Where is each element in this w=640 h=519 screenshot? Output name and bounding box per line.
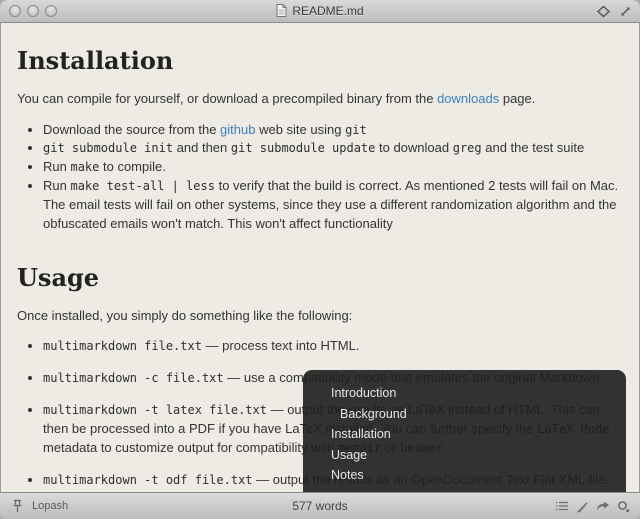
toc-item-installation[interactable]: Installation	[331, 424, 626, 445]
zoom-button[interactable]	[45, 5, 57, 17]
window-controls	[9, 5, 57, 17]
inline-code: git submodule update	[230, 141, 376, 156]
list-item: Run make to compile.	[43, 158, 623, 177]
toc-item-background[interactable]: Background	[331, 404, 626, 425]
inline-code: multimarkdown -t latex file.txt	[43, 403, 267, 418]
document-icon	[276, 4, 287, 17]
toc-item-usage[interactable]: Usage	[331, 445, 626, 466]
pen-icon[interactable]	[576, 500, 589, 513]
markdown-preview[interactable]: Installation You can compile for yourself…	[0, 23, 640, 492]
bullet-list: Download the source from the github web …	[17, 121, 623, 234]
window-title: README.md	[292, 3, 364, 18]
list-item: Run make test-all | less to verify that …	[43, 177, 623, 234]
fullscreen-icon[interactable]	[619, 5, 632, 18]
inline-code: git submodule init	[43, 141, 174, 156]
section-heading: Installation	[17, 46, 174, 75]
list-item: Download the source from the github web …	[43, 121, 623, 140]
inline-code: multimarkdown -c file.txt	[43, 371, 224, 386]
code-toggle-icon[interactable]	[596, 5, 611, 18]
inline-code: make	[70, 160, 100, 175]
list-item: multimarkdown file.txt — process text in…	[43, 337, 623, 356]
pin-icon[interactable]	[12, 499, 23, 513]
title-bar[interactable]: README.md	[0, 0, 640, 23]
inline-code: greg	[452, 141, 482, 156]
app-window: README.md Installation You can compile fo…	[0, 0, 640, 519]
minimize-button[interactable]	[27, 5, 39, 17]
settings-icon[interactable]	[617, 500, 630, 513]
inline-code: git	[345, 122, 367, 137]
toc-list-icon[interactable]	[555, 500, 569, 512]
paragraph: Once installed, you simply do something …	[17, 307, 353, 323]
section-heading: Usage	[17, 262, 100, 292]
close-button[interactable]	[9, 5, 21, 17]
word-count: 577 words	[292, 499, 348, 513]
toc-item-notes[interactable]: Notes	[331, 465, 626, 486]
installation-link[interactable]: github	[220, 122, 255, 137]
inline-code: make test-all | less	[70, 179, 215, 194]
paragraph: You can compile for yourself, or downloa…	[17, 90, 536, 106]
status-bar: Lopash 577 words	[0, 492, 640, 519]
inline-code: multimarkdown -t odf file.txt	[43, 472, 253, 487]
list-item: git submodule init and then git submodul…	[43, 139, 623, 158]
inline-code: multimarkdown file.txt	[43, 339, 202, 354]
toc-item-introduction[interactable]: Introduction	[331, 383, 626, 404]
share-icon[interactable]	[596, 500, 610, 512]
pin-label: Lopash	[32, 500, 69, 512]
toc-popup: Introduction Background Installation Usage N…	[303, 370, 626, 492]
installation-link[interactable]: downloads	[437, 91, 499, 106]
doc-section-installation: Installation You can compile for yourself…	[17, 46, 623, 234]
